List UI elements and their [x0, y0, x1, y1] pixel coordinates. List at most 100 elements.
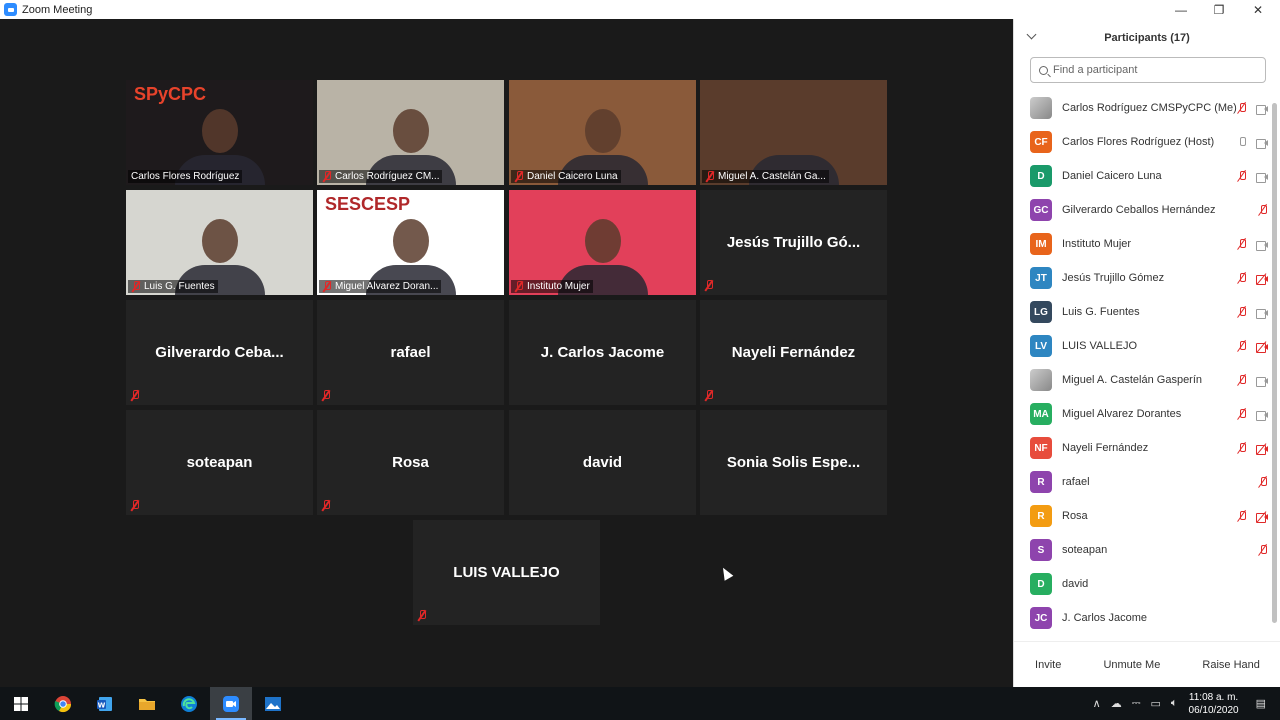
scrollbar[interactable] — [1272, 103, 1277, 623]
video-tile[interactable]: J. Carlos Jacome — [509, 300, 696, 405]
mic-muted-icon — [322, 281, 332, 292]
participant-row[interactable]: LV LUIS VALLEJO — [1014, 329, 1271, 363]
taskbar: W ∧ ☁ ⎓ ▭ 🔈︎ 11:08 a. m. 06/10/2020 ▤ — [0, 687, 1280, 720]
video-tile[interactable]: Luis G. Fuentes — [126, 190, 313, 295]
avatar: CF — [1030, 131, 1052, 153]
participant-name: Miguel A. Castelán Gasperín — [1062, 374, 1203, 386]
person-silhouette — [392, 219, 429, 264]
video-tile[interactable]: Rosa — [317, 410, 504, 515]
tile-name: Instituto Mujer — [527, 281, 590, 292]
participant-row[interactable]: LG Luis G. Fuentes — [1014, 295, 1271, 329]
participant-row[interactable]: MA Miguel Alvarez Dorantes — [1014, 397, 1271, 431]
participant-row[interactable]: Ddavid — [1014, 567, 1271, 601]
invite-button[interactable]: Invite — [1027, 655, 1069, 675]
start-button[interactable] — [0, 687, 42, 720]
video-icon — [1256, 104, 1269, 115]
participant-name: Miguel Alvarez Dorantes — [1062, 408, 1182, 420]
mic-muted-icon — [704, 390, 714, 401]
video-tile[interactable]: soteapan — [126, 410, 313, 515]
video-tile[interactable]: Gilverardo Ceba... — [126, 300, 313, 405]
video-tile[interactable]: Jesús Trujillo Gó... — [700, 190, 887, 295]
mic-muted-icon — [322, 171, 332, 182]
mic-muted-icon — [1236, 510, 1248, 522]
participant-search[interactable] — [1030, 57, 1266, 83]
mic-muted-icon — [1236, 306, 1248, 318]
video-off-icon — [1256, 340, 1269, 353]
taskbar-edge[interactable] — [168, 687, 210, 720]
participant-row[interactable]: JC J. Carlos Jacome — [1014, 601, 1271, 635]
person-silhouette — [584, 109, 621, 154]
participant-row[interactable]: Carlos Rodríguez CMSPyCPC (Me) — [1014, 91, 1271, 125]
photos-icon — [265, 696, 281, 711]
minimize-button[interactable]: — — [1162, 0, 1200, 19]
participant-row[interactable]: CF Carlos Flores Rodríguez (Host) — [1014, 125, 1271, 159]
video-tile[interactable]: Instituto Mujer — [509, 190, 696, 295]
video-tile[interactable]: Nayeli Fernández — [700, 300, 887, 405]
tile-name-label: Miguel Alvarez Doran... — [319, 280, 442, 293]
volume-icon[interactable]: 🔈︎ — [1171, 697, 1178, 710]
video-tile[interactable]: david — [509, 410, 696, 515]
tile-display-name: Gilverardo Ceba... — [155, 344, 284, 361]
video-tile[interactable]: Daniel Caicero Luna — [509, 80, 696, 185]
avatar: JT — [1030, 267, 1052, 289]
person-silhouette — [201, 109, 238, 154]
clock-date: 06/10/2020 — [1188, 704, 1239, 716]
video-icon — [1256, 410, 1269, 421]
mic-muted-icon — [1236, 442, 1248, 454]
video-icon — [1256, 308, 1269, 319]
video-tile[interactable]: SESCESP Miguel Alvarez Doran... — [317, 190, 504, 295]
participant-name: Jesús Trujillo Gómez — [1062, 272, 1165, 284]
onedrive-icon[interactable]: ☁ — [1111, 697, 1122, 710]
participant-status-icons — [1257, 476, 1269, 488]
search-input[interactable] — [1053, 64, 1253, 76]
mic-muted-icon — [514, 171, 524, 182]
tile-display-name: Nayeli Fernández — [731, 344, 856, 361]
taskbar-photos[interactable] — [252, 687, 294, 720]
taskbar-chrome[interactable] — [42, 687, 84, 720]
participant-name: Instituto Mujer — [1062, 238, 1132, 250]
participant-row[interactable]: Miguel A. Castelán Gasperín — [1014, 363, 1271, 397]
video-tile[interactable]: rafael — [317, 300, 504, 405]
notifications-icon[interactable]: ▤ — [1256, 697, 1266, 710]
video-tile[interactable]: Carlos Rodríguez CM... — [317, 80, 504, 185]
collapse-chevron-icon[interactable] — [1026, 29, 1037, 40]
avatar: R — [1030, 471, 1052, 493]
tile-name-label: Instituto Mujer — [511, 280, 593, 293]
taskbar-word[interactable]: W — [84, 687, 126, 720]
tile-name: Miguel Alvarez Doran... — [335, 281, 439, 292]
battery-icon[interactable]: ▭ — [1151, 697, 1161, 710]
participant-row[interactable]: NF Nayeli Fernández — [1014, 431, 1271, 465]
video-off-icon — [1256, 442, 1269, 455]
taskbar-zoom[interactable] — [210, 687, 252, 720]
unmute-me-button[interactable]: Unmute Me — [1095, 655, 1168, 675]
raise-hand-button[interactable]: Raise Hand — [1194, 655, 1267, 675]
video-tile[interactable]: LUIS VALLEJO — [413, 520, 600, 625]
mic-muted-icon — [1236, 272, 1248, 284]
usb-icon[interactable]: ⎓ — [1132, 697, 1141, 710]
participant-row[interactable]: JT Jesús Trujillo Gómez — [1014, 261, 1271, 295]
participant-row[interactable]: D Daniel Caicero Luna — [1014, 159, 1271, 193]
participant-status-icons — [1257, 544, 1269, 556]
restore-button[interactable]: ❐ — [1200, 0, 1238, 19]
participant-list: Carlos Rodríguez CMSPyCPC (Me) CF Carlos F… — [1014, 91, 1271, 642]
participant-row[interactable]: Ssoteapan — [1014, 533, 1271, 567]
video-tile[interactable]: Miguel A. Castelán Ga... — [700, 80, 887, 185]
participant-name: J. Carlos Jacome — [1062, 612, 1147, 624]
taskbar-file-explorer[interactable] — [126, 687, 168, 720]
avatar: LG — [1030, 301, 1052, 323]
video-tile[interactable]: Sonia Solis Espe... — [700, 410, 887, 515]
clock[interactable]: 11:08 a. m. 06/10/2020 — [1189, 691, 1239, 717]
close-button[interactable]: ✕ — [1239, 0, 1277, 19]
participant-row[interactable]: Rrafael — [1014, 465, 1271, 499]
mic-muted-icon — [1236, 170, 1248, 182]
participant-row[interactable]: GC Gilverardo Ceballos Hernández — [1014, 193, 1271, 227]
chevron-up-icon[interactable]: ∧ — [1093, 697, 1101, 710]
participant-name: rafael — [1062, 476, 1090, 488]
video-tile[interactable]: SPyCPC Carlos Flores Rodríguez — [126, 80, 313, 185]
mic-muted-icon — [1257, 476, 1269, 488]
participant-row[interactable]: IM Instituto Mujer — [1014, 227, 1271, 261]
tile-display-name: soteapan — [186, 454, 253, 471]
participant-row[interactable]: R Rosa — [1014, 499, 1271, 533]
mic-muted-icon — [1236, 374, 1248, 386]
avatar: D — [1030, 165, 1052, 187]
